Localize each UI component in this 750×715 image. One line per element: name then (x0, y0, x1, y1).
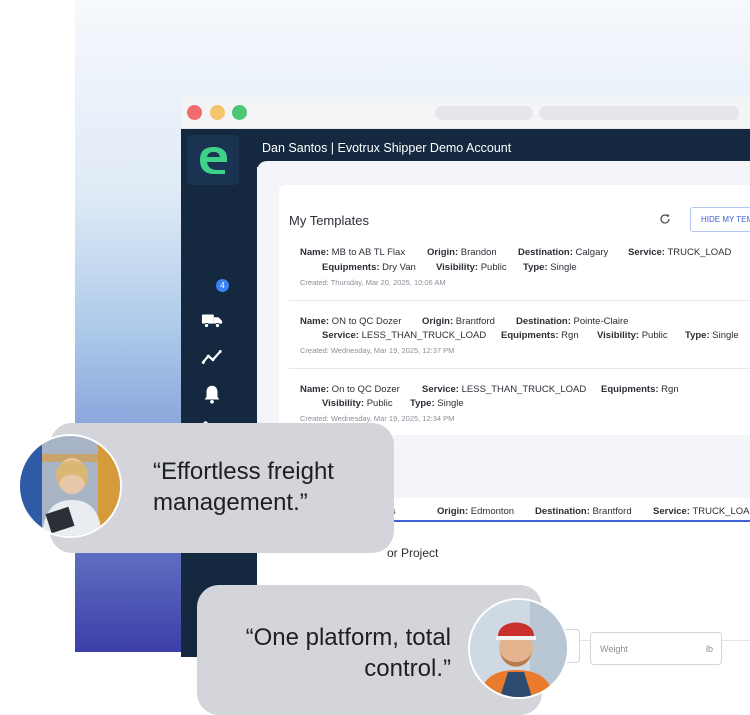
weight-unit: lb (705, 644, 713, 654)
template-line: Destination: Pointe-Claire (516, 316, 629, 327)
template-created: Created: Thursday, Mar 20, 2025, 10:06 A… (300, 278, 446, 287)
template-line: Name: MB to AB TL Flax (300, 247, 406, 258)
refresh-icon[interactable] (659, 213, 671, 225)
maximize-window-dot[interactable] (232, 105, 247, 120)
template-line: Origin: Brandon (427, 247, 497, 258)
templates-card: My Templates HIDE MY TEM Name: MB to AB … (279, 185, 750, 435)
analytics-icon[interactable] (201, 346, 223, 368)
template-line: Origin: Brantford (422, 316, 495, 327)
bell-icon[interactable] (201, 383, 223, 405)
template-divider (289, 300, 750, 301)
selected-origin: Origin: Edmonton (437, 506, 515, 517)
template-line: Service: TRUCK_LOAD (628, 247, 732, 258)
browser-window: 4 Dan Santos | Evotrux Shipper Demo Acco… (181, 97, 750, 657)
template-created: Created: Wednesday, Mar 19, 2025, 12:34 … (300, 414, 455, 423)
selected-destination: Destination: Brantford (535, 506, 632, 517)
minimize-window-dot[interactable] (210, 105, 225, 120)
template-line: Name: ON to QC Dozer (300, 316, 402, 327)
avatar-woman (18, 434, 122, 538)
app-sidebar: 4 (181, 129, 257, 657)
template-line: Type: Single (523, 262, 577, 273)
address-bar-placeholder (539, 106, 739, 120)
weight-placeholder: Weight (600, 644, 628, 654)
template-line: Equipments: Dry Van (322, 262, 416, 273)
account-name[interactable]: Dan Santos | Evotrux Shipper Demo Accoun… (262, 141, 511, 155)
form-section-title: or Project (387, 546, 439, 560)
browser-titlebar (181, 97, 750, 129)
templates-title: My Templates (289, 213, 369, 228)
template-item[interactable]: Name: ON to QC Dozer Origin: Brantford D… (279, 316, 750, 358)
template-line: Visibility: Public (436, 262, 507, 273)
hide-templates-button[interactable]: HIDE MY TEM (690, 207, 750, 232)
logo-e-icon (200, 147, 227, 174)
testimonial-quote: “One platform, total control.” (245, 624, 451, 682)
template-line: Equipments: Rgn (501, 330, 579, 341)
avatar-man (468, 598, 569, 699)
template-line: Type: Single (410, 398, 464, 409)
template-item[interactable]: Name: On to QC Dozer Service: LESS_THAN_… (279, 384, 750, 426)
template-line: Visibility: Public (322, 398, 393, 409)
truck-icon[interactable] (201, 309, 223, 331)
template-item[interactable]: Name: MB to AB TL Flax Origin: Brandon D… (279, 247, 750, 289)
evotrux-logo[interactable] (187, 135, 239, 185)
template-created: Created: Wednesday, Mar 19, 2025, 12:37 … (300, 346, 455, 355)
template-line: Service: LESS_THAN_TRUCK_LOAD (322, 330, 487, 341)
template-line: Name: On to QC Dozer (300, 384, 400, 395)
template-divider (289, 368, 750, 369)
main-content: My Templates HIDE MY TEM Name: MB to AB … (257, 161, 750, 657)
template-line: Service: LESS_THAN_TRUCK_LOAD (422, 384, 587, 395)
notification-badge: 4 (216, 279, 229, 292)
selected-service: Service: TRUCK_LOAD (653, 506, 750, 517)
template-line: Type: Single (685, 330, 739, 341)
close-window-dot[interactable] (187, 105, 202, 120)
browser-tab-placeholder (435, 106, 533, 120)
template-line: Destination: Calgary (518, 247, 609, 258)
weight-input[interactable]: Weight lb (590, 632, 722, 665)
template-line: Visibility: Public (597, 330, 668, 341)
template-line: Equipments: Rgn (601, 384, 679, 395)
testimonial-quote: “Effortless freight management.” (153, 458, 334, 516)
